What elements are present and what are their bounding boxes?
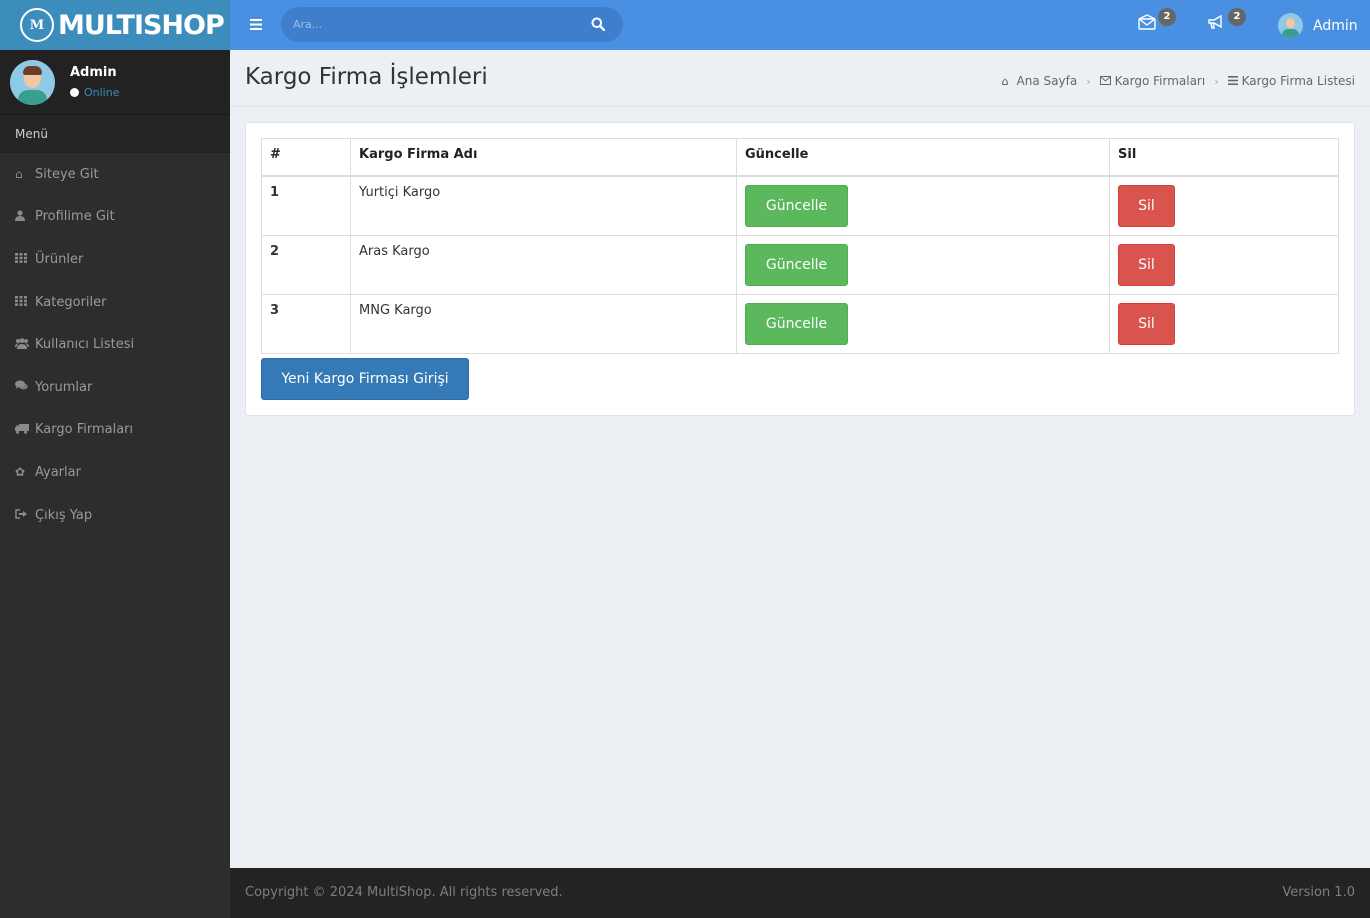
sidebar-item-ayarlar[interactable]: ✿ Ayarlar [0,451,230,494]
home-icon: ⌂ [15,167,23,182]
delete-button[interactable]: Sil [1118,243,1175,286]
sidebar-item-label: Kategoriler [35,294,107,310]
truck-icon [15,423,35,437]
user-name: Admin [70,65,117,80]
search-icon[interactable] [591,16,606,32]
column-header-delete: Sil [1109,138,1339,177]
menu-header: Menü [0,115,230,153]
breadcrumb-item-kargo-firma-listesi: Kargo Firma Listesi [1241,74,1355,88]
sidebar: M MULTISHOP Admin Online Menü ⌂ Siteye G… [0,0,230,918]
cargo-company-table: # Kargo Firma Adı Güncelle Sil 1 Yurtiçi… [261,138,1339,354]
envelope-icon[interactable] [1138,14,1158,34]
row-company-name: Aras Kargo [350,234,737,295]
search-input[interactable] [293,7,573,42]
sidebar-item-kullanici-listesi[interactable]: Kullanıcı Listesi [0,323,230,366]
column-header-name: Kargo Firma Adı [350,138,737,177]
avatar [10,59,55,105]
copyright-text: Copyright © 2024 MultiShop. All rights r… [245,885,563,900]
row-id: 1 [261,175,351,236]
column-header-update: Güncelle [736,138,1110,177]
delete-button[interactable]: Sil [1118,184,1175,227]
update-button[interactable]: Güncelle [745,302,848,345]
table-row: 3 MNG Kargo Güncelle Sil [261,293,1339,354]
bullhorn-icon[interactable] [1207,14,1227,34]
envelope-icon [1099,75,1111,88]
sidebar-item-label: Kargo Firmaları [35,422,134,438]
gear-icon: ✿ [15,465,26,480]
navbar-user-name: Admin [1313,17,1358,34]
sidebar-item-yorumlar[interactable]: Yorumlar [0,366,230,409]
brand-name: MULTISHOP [58,9,225,41]
sidebar-item-label: Siteye Git [35,166,99,182]
user-menu[interactable]: Admin [1278,13,1358,38]
row-id: 2 [261,234,351,295]
users-icon [15,337,35,352]
sidebar-item-kategoriler[interactable]: Kategoriler [0,281,230,324]
messages-badge: 2 [1158,8,1176,26]
sidebar-toggle-icon[interactable] [250,15,262,34]
chevron-right-icon: › [1086,74,1091,88]
user-icon [15,210,35,224]
content-box: # Kargo Firma Adı Güncelle Sil 1 Yurtiçi… [245,122,1355,416]
user-panel: Admin Online [0,50,230,115]
brand-logo[interactable]: M MULTISHOP [0,0,230,50]
comments-icon [15,380,35,394]
sidebar-item-label: Ürünler [35,251,84,267]
delete-button[interactable]: Sil [1118,302,1175,345]
row-id: 3 [261,293,351,354]
table-row: 2 Aras Kargo Güncelle Sil [261,234,1339,295]
update-button[interactable]: Güncelle [745,184,848,227]
breadcrumb-item-kargo-firmalari[interactable]: Kargo Firmaları [1115,74,1206,88]
content-header: Kargo Firma İşlemleri ⌂ Ana Sayfa › Karg… [230,50,1370,107]
row-company-name: Yurtiçi Kargo [350,175,737,236]
page-title: Kargo Firma İşlemleri [245,64,488,90]
sidebar-item-label: Profilime Git [35,209,115,225]
grid-icon [15,295,35,309]
breadcrumb: ⌂ Ana Sayfa › Kargo Firmaları › Kargo Fi… [1002,74,1355,88]
column-header-id: # [261,138,351,177]
user-status: Online [70,86,119,99]
sidebar-item-label: Çıkış Yap [35,507,93,523]
status-dot-icon [70,88,79,97]
notifications-badge: 2 [1228,8,1246,26]
row-company-name: MNG Kargo [350,293,737,354]
sidebar-item-label: Kullanıcı Listesi [35,337,135,353]
sidebar-item-cikis-yap[interactable]: Çıkış Yap [0,494,230,537]
top-navbar: 2 2 Admin [230,0,1370,50]
search-box [281,7,623,42]
sidebar-item-kargo-firmalari[interactable]: Kargo Firmaları [0,409,230,452]
version-text: Version 1.0 [1282,885,1355,900]
sidebar-item-label: Ayarlar [35,464,81,480]
update-button[interactable]: Güncelle [745,243,848,286]
sidebar-item-profilime-git[interactable]: Profilime Git [0,196,230,239]
avatar [1278,13,1303,38]
chevron-right-icon: › [1214,74,1219,88]
home-icon: ⌂ [1001,74,1009,88]
table-row: 1 Yurtiçi Kargo Güncelle Sil [261,175,1339,236]
table-header-row: # Kargo Firma Adı Güncelle Sil [261,138,1339,177]
sidebar-item-label: Yorumlar [35,379,93,395]
grid-icon [15,252,35,266]
new-cargo-company-button[interactable]: Yeni Kargo Firması Girişi [261,358,469,400]
sidebar-item-siteye-git[interactable]: ⌂ Siteye Git [0,153,230,196]
cart-logo-icon: M [20,8,54,42]
breadcrumb-item-home[interactable]: Ana Sayfa [1017,74,1078,88]
sign-out-icon [15,508,35,522]
footer: Copyright © 2024 MultiShop. All rights r… [230,868,1370,918]
sidebar-item-urunler[interactable]: Ürünler [0,238,230,281]
list-icon [1227,75,1238,88]
